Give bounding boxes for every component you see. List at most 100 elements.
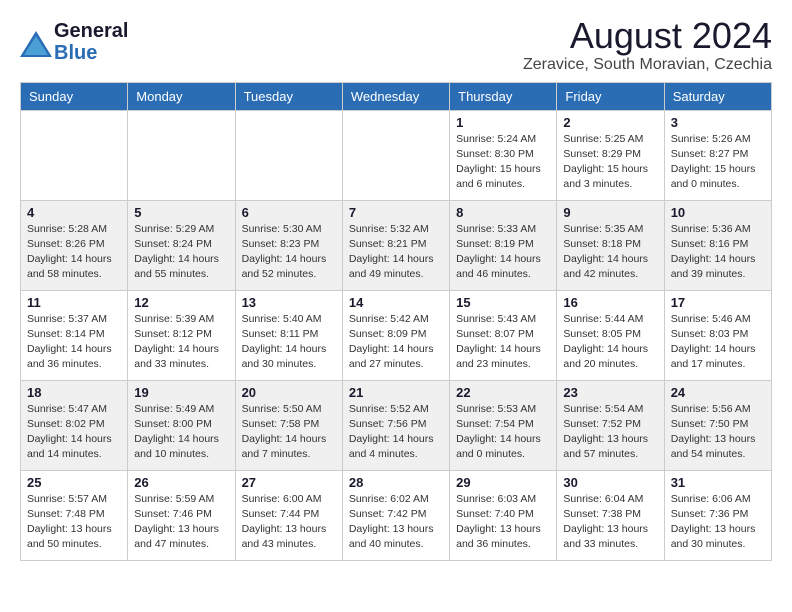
day-info: Sunrise: 5:25 AM Sunset: 8:29 PM Dayligh… [563,132,657,193]
day-info: Sunrise: 6:06 AM Sunset: 7:36 PM Dayligh… [671,492,765,553]
day-number: 20 [242,385,336,400]
weekday-header-monday: Monday [128,82,235,110]
calendar-cell: 16 Sunrise: 5:44 AM Sunset: 8:05 PM Dayli… [557,290,664,380]
day-info: Sunrise: 5:46 AM Sunset: 8:03 PM Dayligh… [671,312,765,373]
calendar-cell: 17Sunrise: 5:46 AM Sunset: 8:03 PM Dayli… [664,290,771,380]
day-number: 5 [134,205,228,220]
day-info: Sunrise: 5:44 AM Sunset: 8:05 PM Dayligh… [563,312,657,373]
day-info: Sunrise: 5:49 AM Sunset: 8:00 PM Dayligh… [134,402,228,463]
day-number: 13 [242,295,336,310]
day-info: Sunrise: 5:56 AM Sunset: 7:50 PM Dayligh… [671,402,765,463]
calendar-cell: 9 Sunrise: 5:35 AM Sunset: 8:18 PM Daylig… [557,200,664,290]
day-info: Sunrise: 5:35 AM Sunset: 8:18 PM Dayligh… [563,222,657,283]
day-info: Sunrise: 5:42 AM Sunset: 8:09 PM Dayligh… [349,312,443,373]
day-info: Sunrise: 5:47 AM Sunset: 8:02 PM Dayligh… [27,402,121,463]
calendar-week-row: 4 Sunrise: 5:28 AM Sunset: 8:26 PM Daylig… [21,200,772,290]
day-number: 19 [134,385,228,400]
day-number: 28 [349,475,443,490]
calendar-table: SundayMondayTuesdayWednesdayThursdayFrid… [20,82,772,561]
day-number: 12 [134,295,228,310]
day-info: Sunrise: 5:33 AM Sunset: 8:19 PM Dayligh… [456,222,550,283]
calendar-cell: 1Sunrise: 5:24 AM Sunset: 8:30 PM Daylig… [450,110,557,200]
calendar-cell: 29Sunrise: 6:03 AM Sunset: 7:40 PM Dayli… [450,470,557,560]
day-number: 15 [456,295,550,310]
day-number: 14 [349,295,443,310]
day-number: 6 [242,205,336,220]
day-info: Sunrise: 5:50 AM Sunset: 7:58 PM Dayligh… [242,402,336,463]
weekday-header-saturday: Saturday [664,82,771,110]
day-info: Sunrise: 5:39 AM Sunset: 8:12 PM Dayligh… [134,312,228,373]
calendar-cell [342,110,449,200]
day-info: Sunrise: 5:52 AM Sunset: 7:56 PM Dayligh… [349,402,443,463]
logo: General Blue [20,20,128,64]
day-number: 9 [563,205,657,220]
calendar-week-row: 1Sunrise: 5:24 AM Sunset: 8:30 PM Daylig… [21,110,772,200]
calendar-cell: 22Sunrise: 5:53 AM Sunset: 7:54 PM Dayli… [450,380,557,470]
day-info: Sunrise: 6:00 AM Sunset: 7:44 PM Dayligh… [242,492,336,553]
day-info: Sunrise: 5:28 AM Sunset: 8:26 PM Dayligh… [27,222,121,283]
calendar-cell: 26Sunrise: 5:59 AM Sunset: 7:46 PM Dayli… [128,470,235,560]
day-number: 22 [456,385,550,400]
day-number: 10 [671,205,765,220]
location-subtitle: Zeravice, South Moravian, Czechia [523,56,772,74]
calendar-cell: 14 Sunrise: 5:42 AM Sunset: 8:09 PM Dayli… [342,290,449,380]
day-number: 21 [349,385,443,400]
weekday-header-wednesday: Wednesday [342,82,449,110]
day-number: 16 [563,295,657,310]
calendar-week-row: 18 Sunrise: 5:47 AM Sunset: 8:02 PM Dayli… [21,380,772,470]
day-info: Sunrise: 5:32 AM Sunset: 8:21 PM Dayligh… [349,222,443,283]
calendar-week-row: 11 Sunrise: 5:37 AM Sunset: 8:14 PM Dayli… [21,290,772,380]
day-number: 31 [671,475,765,490]
calendar-cell: 8Sunrise: 5:33 AM Sunset: 8:19 PM Daylig… [450,200,557,290]
day-info: Sunrise: 5:29 AM Sunset: 8:24 PM Dayligh… [134,222,228,283]
day-number: 11 [27,295,121,310]
day-info: Sunrise: 5:26 AM Sunset: 8:27 PM Dayligh… [671,132,765,193]
calendar-cell [21,110,128,200]
title-area: August 2024 Zeravice, South Moravian, Cz… [523,16,772,74]
day-number: 29 [456,475,550,490]
month-year-title: August 2024 [523,16,772,56]
calendar-cell: 21 Sunrise: 5:52 AM Sunset: 7:56 PM Dayli… [342,380,449,470]
day-number: 18 [27,385,121,400]
weekday-header-thursday: Thursday [450,82,557,110]
day-info: Sunrise: 5:36 AM Sunset: 8:16 PM Dayligh… [671,222,765,283]
weekday-header-friday: Friday [557,82,664,110]
logo-icon [20,31,50,53]
day-number: 3 [671,115,765,130]
day-number: 27 [242,475,336,490]
day-number: 30 [563,475,657,490]
day-number: 4 [27,205,121,220]
day-info: Sunrise: 5:37 AM Sunset: 8:14 PM Dayligh… [27,312,121,373]
calendar-cell: 19 Sunrise: 5:49 AM Sunset: 8:00 PM Dayli… [128,380,235,470]
day-info: Sunrise: 5:57 AM Sunset: 7:48 PM Dayligh… [27,492,121,553]
day-info: Sunrise: 5:43 AM Sunset: 8:07 PM Dayligh… [456,312,550,373]
calendar-cell: 23 Sunrise: 5:54 AM Sunset: 7:52 PM Dayli… [557,380,664,470]
calendar-cell: 15 Sunrise: 5:43 AM Sunset: 8:07 PM Dayli… [450,290,557,380]
weekday-header-sunday: Sunday [21,82,128,110]
calendar-cell: 11 Sunrise: 5:37 AM Sunset: 8:14 PM Dayli… [21,290,128,380]
day-number: 24 [671,385,765,400]
page-header: General Blue August 2024 Zeravice, South… [20,16,772,74]
day-number: 26 [134,475,228,490]
day-number: 1 [456,115,550,130]
calendar-cell: 28 Sunrise: 6:02 AM Sunset: 7:42 PM Dayli… [342,470,449,560]
calendar-header-row: SundayMondayTuesdayWednesdayThursdayFrid… [21,82,772,110]
calendar-cell: 25Sunrise: 5:57 AM Sunset: 7:48 PM Dayli… [21,470,128,560]
calendar-week-row: 25Sunrise: 5:57 AM Sunset: 7:48 PM Dayli… [21,470,772,560]
day-info: Sunrise: 5:54 AM Sunset: 7:52 PM Dayligh… [563,402,657,463]
calendar-cell [128,110,235,200]
day-number: 2 [563,115,657,130]
calendar-cell: 2 Sunrise: 5:25 AM Sunset: 8:29 PM Daylig… [557,110,664,200]
day-number: 7 [349,205,443,220]
calendar-cell: 20 Sunrise: 5:50 AM Sunset: 7:58 PM Dayli… [235,380,342,470]
calendar-cell: 5 Sunrise: 5:29 AM Sunset: 8:24 PM Daylig… [128,200,235,290]
day-info: Sunrise: 6:02 AM Sunset: 7:42 PM Dayligh… [349,492,443,553]
day-number: 23 [563,385,657,400]
weekday-header-tuesday: Tuesday [235,82,342,110]
calendar-cell: 10 Sunrise: 5:36 AM Sunset: 8:16 PM Dayli… [664,200,771,290]
calendar-cell: 24 Sunrise: 5:56 AM Sunset: 7:50 PM Dayli… [664,380,771,470]
calendar-cell: 7 Sunrise: 5:32 AM Sunset: 8:21 PM Daylig… [342,200,449,290]
calendar-cell: 18 Sunrise: 5:47 AM Sunset: 8:02 PM Dayli… [21,380,128,470]
logo-general: General [54,20,128,42]
day-info: Sunrise: 5:30 AM Sunset: 8:23 PM Dayligh… [242,222,336,283]
